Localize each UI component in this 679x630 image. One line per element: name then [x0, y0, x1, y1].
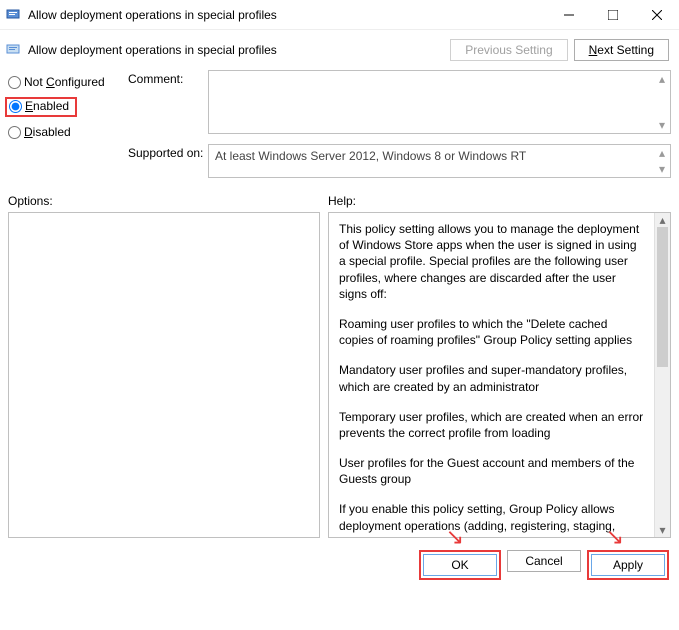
policy-icon	[6, 42, 22, 58]
help-label: Help:	[328, 194, 356, 208]
help-p: Mandatory user profiles and super-mandat…	[339, 362, 644, 394]
highlight-enabled: Enabled	[5, 97, 77, 117]
options-panel	[8, 212, 320, 538]
maximize-button[interactable]	[591, 0, 635, 30]
cancel-button[interactable]: Cancel	[507, 550, 581, 572]
policy-icon	[6, 7, 22, 23]
sub-header: Allow deployment operations in special p…	[0, 30, 679, 70]
help-panel: This policy setting allows you to manage…	[328, 212, 671, 538]
sub-title: Allow deployment operations in special p…	[28, 43, 277, 57]
previous-setting-button[interactable]: Previous Setting	[450, 39, 567, 61]
scroll-down-icon[interactable]: ▾	[655, 523, 670, 537]
label-not-configured: Not Configured	[24, 75, 105, 89]
window-title: Allow deployment operations in special p…	[28, 8, 547, 22]
ok-button[interactable]: OK	[423, 554, 497, 576]
comment-textarea[interactable]: ▴ ▾	[208, 70, 671, 134]
radio-not-configured[interactable]	[8, 76, 21, 89]
help-p: If you enable this policy setting, Group…	[339, 501, 644, 537]
help-p: Temporary user profiles, which are creat…	[339, 409, 644, 441]
scroll-up-icon: ▴	[654, 146, 670, 160]
comment-label: Comment:	[128, 70, 208, 134]
apply-button[interactable]: Apply	[591, 554, 665, 576]
arrow-annotation-icon: ↘	[446, 524, 464, 550]
label-disabled: Disabled	[24, 125, 71, 139]
scroll-up-icon: ▴	[654, 72, 670, 86]
supported-on-label: Supported on:	[128, 144, 208, 178]
supported-on-value: At least Windows Server 2012, Windows 8 …	[215, 149, 526, 163]
help-text: This policy setting allows you to manage…	[329, 213, 654, 537]
radio-disabled[interactable]	[8, 126, 21, 139]
nav-buttons: Previous Setting Next Setting	[450, 39, 669, 61]
scroll-up-icon[interactable]: ▴	[655, 213, 670, 227]
arrow-annotation-icon: ↘	[606, 524, 624, 550]
minimize-button[interactable]	[547, 0, 591, 30]
scroll-down-icon: ▾	[654, 118, 670, 132]
next-setting-button[interactable]: Next Setting	[574, 39, 669, 61]
label-enabled: Enabled	[25, 99, 69, 113]
options-label: Options:	[8, 194, 328, 208]
help-scrollbar[interactable]: ▴ ▾	[654, 213, 670, 537]
help-p: This policy setting allows you to manage…	[339, 221, 644, 302]
help-p: User profiles for the Guest account and …	[339, 455, 644, 487]
help-p: Roaming user profiles to which the "Dele…	[339, 316, 644, 348]
close-button[interactable]	[635, 0, 679, 30]
highlight-ok: OK	[419, 550, 501, 580]
dialog-footer: ↘ ↘ OK Cancel Apply	[0, 550, 679, 590]
supported-on-text: At least Windows Server 2012, Windows 8 …	[208, 144, 671, 178]
radio-enabled[interactable]	[9, 100, 22, 113]
highlight-apply: Apply	[587, 550, 669, 580]
state-radio-group: Not Configured Enabled Disabled	[8, 70, 128, 188]
scrollbar-thumb[interactable]	[657, 227, 668, 367]
scroll-down-icon: ▾	[654, 162, 670, 176]
title-bar: Allow deployment operations in special p…	[0, 0, 679, 30]
